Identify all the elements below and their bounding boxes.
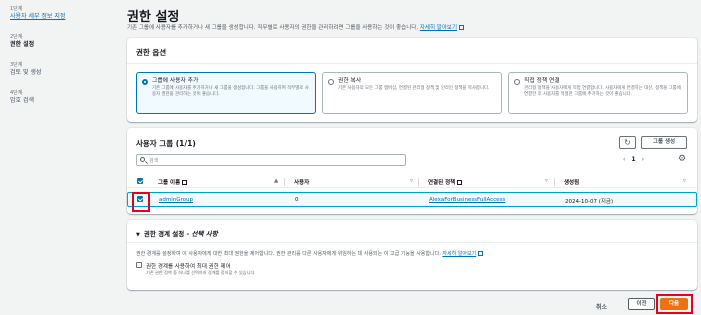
search-input[interactable]: 검색	[136, 154, 406, 166]
step-4: 4단계 암호 검색	[10, 90, 110, 105]
permissions-boundary-panel: ▼ 권한 경계 설정 - 선택 사항 권한 경계를 설정하여 이 사용자에게 대한…	[127, 220, 697, 290]
boundary-checkbox-label[interactable]: 권한 경계를 사용하여 최대 권한 제어	[146, 262, 231, 270]
option-copy-permissions[interactable]: 권한 복사 기존 사용자의 모든 그룹 멤버십, 연결된 관리형 정책 및 인라…	[322, 72, 502, 114]
step-label-review: 검토 및 생성	[10, 69, 42, 76]
refresh-icon: ↻	[624, 138, 631, 147]
external-link-icon	[182, 180, 188, 185]
step-link-user-details[interactable]: 사용자 세부 정보 지정	[10, 13, 110, 21]
column-header-users[interactable]: 사용자	[294, 178, 309, 186]
option-title: 직접 정책 연결	[524, 78, 560, 84]
sort-down-icon[interactable]: ▿	[683, 178, 686, 184]
caret-down-icon: ▼	[136, 232, 140, 238]
create-group-button[interactable]: 그룹 생성	[641, 136, 687, 149]
table-header: 그룹 이름 ▲ 사용자 ▿ 연결된 정책 ▿ 생성됨 ▿	[127, 175, 697, 188]
step-label-permissions: 권한 설정	[10, 41, 35, 48]
boundary-description: 권한 경계를 설정하여 이 사용자에게 대한 최대 권한을 제어합니다. 권한 …	[136, 250, 484, 257]
option-description: 관리형 정책을 사용자에게 직접 연결합니다. 사용자에게 연결하는 대신, 정…	[524, 86, 681, 97]
permission-options-title: 권한 옵션	[136, 48, 167, 57]
prev-page-icon[interactable]: ‹	[623, 156, 625, 163]
search-icon	[140, 157, 145, 162]
boundary-optional-label: 선택 사항	[191, 230, 218, 238]
boundary-title: 권한 경계 설정 -	[143, 230, 192, 238]
boundary-description-text: 권한 경계를 설정하여 이 사용자에게 대한 최대 권한을 제어합니다. 권한 …	[136, 251, 441, 257]
search-placeholder: 검색	[149, 158, 159, 164]
group-name-link[interactable]: adminGroup	[159, 197, 193, 203]
option-description: 기존 사용자의 모든 그룹 멤버십, 연결된 관리형 정책 및 인라인 정책을 …	[338, 86, 490, 91]
page-description-text: 기존 그룹에 사용자를 추가하거나 새 그룹을 생성합니다. 직무별로 사용자의…	[127, 25, 419, 31]
user-groups-title: 사용자 그룹 (1/1)	[136, 139, 196, 148]
highlight-box-checkbox	[132, 192, 150, 212]
user-count: 0	[295, 197, 299, 203]
sort-down-icon[interactable]: ▿	[545, 178, 548, 184]
pagination: ‹ 1 ›	[623, 156, 644, 163]
boundary-checkbox[interactable]	[136, 262, 142, 268]
page-number[interactable]: 1	[631, 156, 635, 163]
step-1: 1단계 사용자 세부 정보 지정	[10, 6, 110, 21]
option-title: 권한 복사	[338, 78, 362, 84]
radio-icon[interactable]	[328, 79, 334, 85]
divider	[127, 242, 697, 243]
step-label-password: 암호 검색	[10, 97, 34, 104]
step-3: 3단계 검토 및 생성	[10, 62, 110, 77]
external-link-icon	[478, 251, 484, 256]
highlight-box-next	[656, 294, 693, 314]
boundary-toggle[interactable]: ▼ 권한 경계 설정 - 선택 사항	[136, 228, 218, 238]
option-description: 기존 그룹에 사용자를 추가하거나 새 그룹을 생성합니다. 그룹을 사용하여 …	[152, 86, 309, 97]
sort-down-icon[interactable]: ▿	[410, 178, 413, 184]
step-2: 2단계 권한 설정	[10, 34, 110, 49]
external-link-icon	[459, 25, 465, 30]
external-link-icon	[457, 180, 463, 185]
radio-icon[interactable]	[514, 79, 520, 85]
gear-icon[interactable]: ⚙	[678, 154, 686, 164]
step-navigation: 1단계 사용자 세부 정보 지정 2단계 권한 설정 3단계 검토 및 생성 4…	[10, 6, 110, 118]
select-all-checkbox[interactable]	[137, 178, 143, 184]
option-title: 그룹에 사용자 추가	[152, 78, 199, 84]
cancel-button[interactable]: 취소	[596, 302, 607, 311]
boundary-checkbox-description: 기존 권한 정책 중 하나를 선택하여 경계를 정의할 수 있습니다.	[146, 270, 256, 275]
step-number: 4단계	[10, 90, 23, 96]
column-header-created[interactable]: 생성됨	[564, 178, 579, 186]
previous-button[interactable]: 이전	[628, 298, 655, 310]
divider	[127, 63, 697, 64]
user-groups-panel: 사용자 그룹 (1/1) ↻ 그룹 생성 검색 ‹ 1 › ⚙ 그룹 이름 ▲ 사용…	[127, 128, 697, 214]
step-number: 2단계	[10, 34, 23, 40]
permission-options-panel: 권한 옵션 그룹에 사용자 추가 기존 그룹에 사용자를 추가하거나 새 그룹을…	[127, 38, 697, 122]
column-separator	[554, 178, 555, 186]
next-page-icon[interactable]: ›	[642, 156, 644, 163]
column-header-group-name[interactable]: 그룹 이름	[158, 178, 188, 186]
page-description: 기존 그룹에 사용자를 추가하거나 새 그룹을 생성합니다. 직무별로 사용자의…	[127, 23, 465, 31]
column-separator	[418, 178, 419, 186]
step-number: 1단계	[10, 6, 23, 12]
step-number: 3단계	[10, 62, 23, 68]
column-separator	[284, 178, 285, 186]
learn-more-link[interactable]: 자세히 알아보기	[420, 25, 457, 31]
option-attach-policies[interactable]: 직접 정책 연결 관리형 정책을 사용자에게 직접 연결합니다. 사용자에게 연…	[508, 72, 688, 114]
sort-up-icon[interactable]: ▲	[274, 178, 278, 184]
column-header-policies[interactable]: 연결된 정책	[428, 178, 463, 186]
table-row[interactable]: adminGroup 0 AlexaForBusinessFullAccess …	[127, 192, 697, 207]
boundary-learn-more-link[interactable]: 자세히 알아보기	[442, 251, 476, 257]
radio-selected-icon[interactable]	[142, 79, 148, 85]
refresh-button[interactable]: ↻	[619, 136, 636, 149]
created-date: 2024-10-07 (지금)	[565, 199, 614, 205]
option-add-to-group[interactable]: 그룹에 사용자 추가 기존 그룹에 사용자를 추가하거나 새 그룹을 생성합니다…	[136, 72, 316, 114]
policy-link[interactable]: AlexaForBusinessFullAccess	[429, 197, 505, 203]
